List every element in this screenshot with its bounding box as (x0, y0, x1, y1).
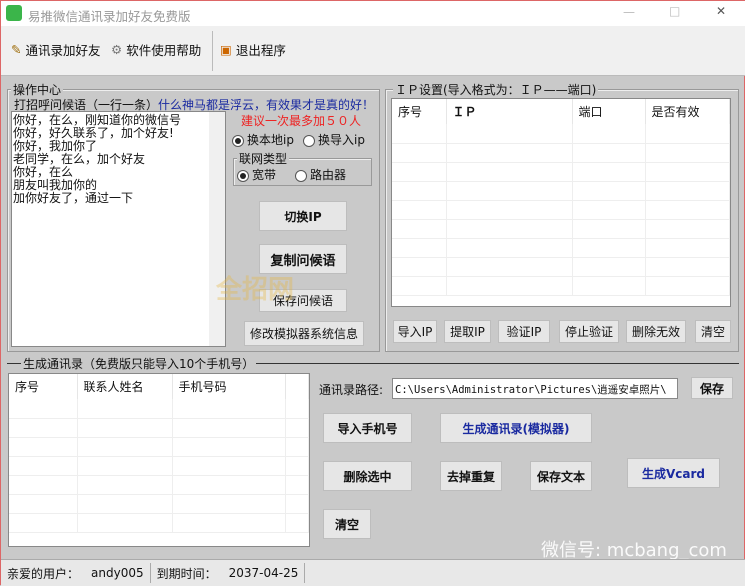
status-separator (304, 563, 306, 583)
verify-ip-button[interactable]: 验证IP (498, 320, 550, 343)
stop-verify-button[interactable]: 停止验证 (559, 320, 619, 343)
radio-icon (303, 134, 315, 147)
modify-emulator-button[interactable]: 修改模拟器系统信息 (244, 321, 364, 346)
toolbar-add-friends[interactable]: ✎ 通讯录加好友 (11, 39, 101, 59)
gear-icon: ⚙ (111, 41, 123, 57)
expire-label: 到期时间： (156, 566, 217, 581)
fetch-ip-button[interactable]: 提取IP (444, 320, 491, 343)
radio-local-ip[interactable]: 换本地ip (232, 131, 294, 148)
suggestion-text: 建议一次最多加５０人 (241, 114, 362, 128)
radio-icon (295, 169, 307, 182)
toolbar-exit[interactable]: ▣ 退出程序 (220, 39, 286, 59)
path-label: 通讯录路径: (319, 383, 384, 397)
user-label: 亲爱的用户： (7, 566, 80, 581)
radio-label: 路由器 (310, 168, 347, 182)
generate-vcard-button[interactable]: 生成Vcard (627, 458, 720, 488)
contacts-group-title: 生成通讯录（免费版只能导入10个手机号） (21, 355, 257, 372)
table-header: 序号 ＩＰ 端口 是否有效 (392, 99, 730, 124)
radio-label: 换导入ip (318, 133, 365, 147)
address-book-icon: ✎ (11, 41, 22, 57)
window-title: 易推微信通讯录加好友免费版 (28, 9, 191, 24)
column-header[interactable]: 联系人姓名 (77, 374, 173, 399)
ip-table[interactable]: 序号 ＩＰ 端口 是否有效 (391, 98, 731, 307)
column-header[interactable]: 手机号码 (172, 374, 286, 399)
ip-group-title: ＩＰ设置(导入格式为：ＩＰ——端口) (393, 81, 599, 98)
radio-icon (232, 134, 244, 147)
clear-contacts-button[interactable]: 清空 (323, 509, 371, 539)
site-watermark: 全招网 (216, 275, 295, 305)
scrollbar[interactable] (209, 112, 225, 346)
column-header[interactable]: 序号 (392, 99, 447, 124)
user-name: andy005 (91, 566, 144, 580)
table-header: 序号 联系人姓名 手机号码 (9, 374, 309, 399)
clear-ip-button[interactable]: 清空 (695, 320, 731, 343)
generate-contacts-button[interactable]: 生成通讯录(模拟器) (440, 413, 592, 443)
greetings-textarea[interactable]: 你好，在么，刚知道你的微信号 你好，好久联系了，加个好友! 你好，我加你了 老同… (11, 111, 226, 347)
radio-icon (237, 169, 249, 182)
contacts-table[interactable]: 序号 联系人姓名 手机号码 (8, 373, 310, 547)
column-header[interactable]: ＩＰ (446, 99, 573, 124)
toolbar-label: 通讯录加好友 (25, 42, 101, 58)
radio-broadband[interactable]: 宽带 (237, 166, 276, 183)
net-type-title: 联网类型 (237, 150, 290, 167)
radio-import-ip[interactable]: 换导入ip (303, 131, 365, 148)
import-ip-button[interactable]: 导入IP (393, 320, 437, 343)
path-input[interactable]: C:\Users\Administrator\Pictures\逍遥安卓照片\ (392, 378, 678, 399)
title-bar: 易推微信通讯录加好友免费版 — □ ✕ (1, 1, 745, 26)
column-header[interactable]: 序号 (9, 374, 78, 399)
minimize-button[interactable]: — (623, 5, 635, 19)
toolbar-separator (212, 31, 213, 71)
delete-selected-button[interactable]: 删除选中 (323, 461, 412, 491)
toolbar-label: 退出程序 (235, 42, 286, 58)
delete-invalid-button[interactable]: 删除无效 (626, 320, 686, 343)
close-button[interactable]: ✕ (716, 4, 726, 18)
expire-date: 2037-04-25 (228, 566, 299, 580)
radio-router[interactable]: 路由器 (295, 166, 346, 183)
save-path-button[interactable]: 保存 (691, 377, 733, 399)
toolbar-label: 软件使用帮助 (126, 42, 202, 58)
app-icon (6, 5, 22, 21)
radio-label: 换本地ip (247, 133, 294, 147)
switch-ip-button[interactable]: 切换IP (259, 201, 347, 231)
exit-icon: ▣ (220, 41, 232, 57)
import-phone-button[interactable]: 导入手机号 (323, 413, 412, 443)
save-text-button[interactable]: 保存文本 (530, 461, 592, 491)
status-bar: 亲爱的用户： andy005 到期时间： 2037-04-25 (1, 559, 745, 586)
maximize-button[interactable]: □ (669, 4, 680, 18)
radio-label: 宽带 (252, 168, 277, 182)
column-header[interactable]: 端口 (572, 99, 646, 124)
toolbar-help[interactable]: ⚙ 软件使用帮助 (111, 39, 201, 59)
dedupe-button[interactable]: 去掉重复 (440, 461, 502, 491)
column-header[interactable]: 是否有效 (645, 99, 730, 124)
